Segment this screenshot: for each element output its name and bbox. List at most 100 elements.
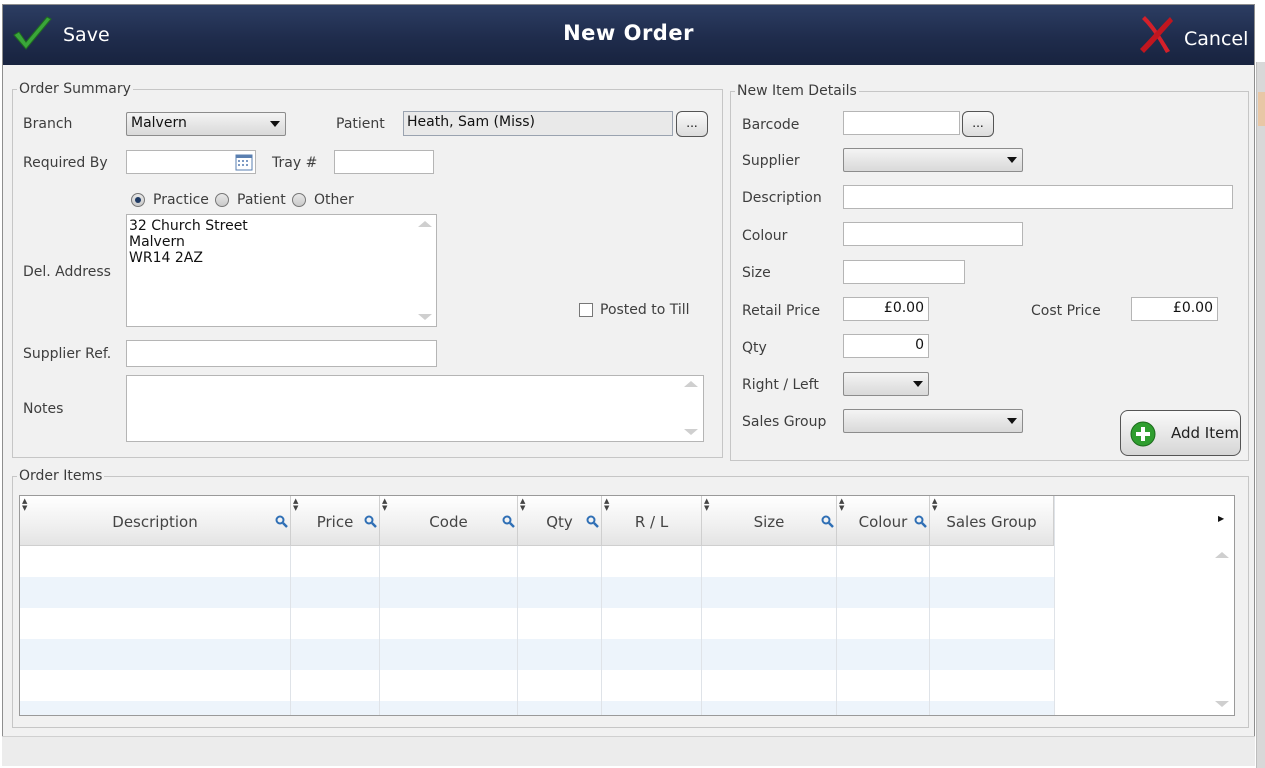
column-header-code[interactable]: ▲ ▼ Code (380, 496, 518, 546)
notes-label: Notes (23, 401, 64, 417)
column-header-qty[interactable]: ▲ ▼ Qty (518, 496, 602, 546)
colour-field[interactable] (843, 222, 1023, 246)
tray-label: Tray # (272, 155, 318, 171)
address-line: 32 Church Street (129, 218, 248, 234)
order-items-grid[interactable]: ▲ ▼ Description ▲ ▼ Price ▲ ▼ Code ▲ ▼ Qty ▲… (19, 495, 1235, 716)
supplier-select[interactable] (843, 148, 1023, 172)
del-address-field[interactable]: 32 Church Street Malvern WR14 2AZ (126, 214, 437, 327)
plus-circle-icon (1130, 421, 1156, 447)
description-label: Description (742, 190, 822, 206)
branch-select[interactable]: Malvern (126, 112, 286, 136)
scroll-up-icon[interactable] (1215, 552, 1229, 558)
magnifier-icon[interactable] (502, 515, 516, 529)
qty-field[interactable]: 0 (843, 334, 929, 358)
column-header-price[interactable]: ▲ ▼ Price (291, 496, 380, 546)
sort-icon[interactable]: ▲ ▼ (704, 498, 709, 512)
column-divider (929, 546, 930, 715)
scroll-down-icon[interactable] (418, 314, 432, 320)
required-by-label: Required By (23, 155, 108, 171)
column-header-rl[interactable]: ▲ ▼ R / L (602, 496, 702, 546)
posted-to-till-label: Posted to Till (600, 302, 690, 318)
background-window-edge (1256, 62, 1265, 768)
sort-icon[interactable]: ▲ ▼ (932, 498, 937, 512)
scroll-up-icon[interactable] (418, 221, 432, 227)
tray-field[interactable] (334, 150, 434, 174)
colour-label: Colour (742, 228, 788, 244)
magnifier-icon[interactable] (586, 515, 600, 529)
supplier-label: Supplier (742, 153, 800, 169)
scroll-right-icon[interactable]: ▶ (1218, 514, 1224, 523)
radio-other[interactable] (292, 193, 306, 207)
patient-lookup-button[interactable]: ... (676, 111, 708, 137)
column-divider (517, 546, 518, 715)
column-divider (379, 546, 380, 715)
table-row[interactable] (20, 701, 1054, 715)
sort-icon[interactable]: ▲ ▼ (382, 498, 387, 512)
right-left-label: Right / Left (742, 377, 819, 393)
column-divider (290, 546, 291, 715)
retail-price-field[interactable]: £0.00 (843, 297, 929, 321)
add-item-button[interactable]: Add Item (1120, 410, 1241, 456)
column-header-label: Sales Group (946, 513, 1037, 531)
table-row[interactable] (20, 608, 1054, 639)
sort-icon[interactable]: ▲ ▼ (293, 498, 298, 512)
del-address-label: Del. Address (23, 264, 111, 280)
retail-price-label: Retail Price (742, 303, 821, 319)
magnifier-icon[interactable] (821, 515, 835, 529)
sort-icon[interactable]: ▲ ▼ (22, 498, 27, 512)
barcode-lookup-button[interactable]: ... (962, 111, 994, 137)
description-field[interactable] (843, 185, 1233, 209)
calendar-icon[interactable] (235, 153, 253, 171)
posted-to-till-checkbox[interactable] (579, 303, 593, 317)
size-field[interactable] (843, 260, 965, 284)
new-item-details-legend: New Item Details (737, 83, 857, 99)
column-header-size[interactable]: ▲ ▼ Size (702, 496, 837, 546)
supplier-ref-field[interactable] (126, 340, 437, 367)
column-header-label: Description (112, 513, 198, 531)
sales-group-label: Sales Group (742, 414, 827, 430)
magnifier-icon[interactable] (275, 515, 289, 529)
supplier-ref-label: Supplier Ref. (23, 346, 112, 362)
background-accent (1258, 92, 1265, 126)
cost-price-field[interactable]: £0.00 (1131, 297, 1218, 321)
x-icon (1140, 16, 1173, 53)
scroll-down-icon[interactable] (684, 429, 698, 435)
column-header-colour[interactable]: ▲ ▼ Colour (837, 496, 930, 546)
chevron-down-icon (1007, 418, 1017, 424)
branch-value: Malvern (131, 115, 187, 131)
scroll-up-icon[interactable] (684, 381, 698, 387)
sort-icon[interactable]: ▲ ▼ (839, 498, 844, 512)
branch-label: Branch (23, 116, 73, 132)
title-bar: Save New Order Cancel (3, 5, 1254, 65)
add-item-label: Add Item (1171, 424, 1239, 442)
radio-patient[interactable] (215, 193, 229, 207)
notes-field[interactable] (126, 375, 704, 442)
new-item-details-group: New Item Details (730, 83, 1249, 461)
chevron-down-icon (270, 121, 280, 127)
column-header-sales-group[interactable]: ▲ ▼ Sales Group (930, 496, 1054, 546)
column-header-label: Code (429, 513, 468, 531)
patient-field[interactable]: Heath, Sam (Miss) (403, 111, 673, 136)
table-row[interactable] (20, 670, 1054, 701)
address-line: Malvern (129, 234, 185, 250)
table-row[interactable] (20, 639, 1054, 670)
cost-price-label: Cost Price (1031, 303, 1101, 319)
column-header-label: R / L (634, 513, 669, 531)
sort-icon[interactable]: ▲ ▼ (520, 498, 525, 512)
column-header-description[interactable]: ▲ ▼ Description (20, 496, 291, 546)
barcode-field[interactable] (843, 111, 960, 135)
magnifier-icon[interactable] (914, 515, 928, 529)
table-row[interactable] (20, 577, 1054, 608)
right-left-select[interactable] (843, 372, 929, 396)
sales-group-select[interactable] (843, 409, 1023, 433)
scroll-down-icon[interactable] (1215, 701, 1229, 707)
size-label: Size (742, 265, 771, 281)
radio-practice[interactable] (131, 193, 145, 207)
sort-icon[interactable]: ▲ ▼ (604, 498, 609, 512)
barcode-label: Barcode (742, 117, 800, 133)
column-divider (601, 546, 602, 715)
cancel-label: Cancel (1184, 28, 1249, 50)
column-header-label: Size (753, 513, 785, 531)
cancel-button[interactable]: Cancel (1136, 5, 1248, 65)
magnifier-icon[interactable] (364, 515, 378, 529)
